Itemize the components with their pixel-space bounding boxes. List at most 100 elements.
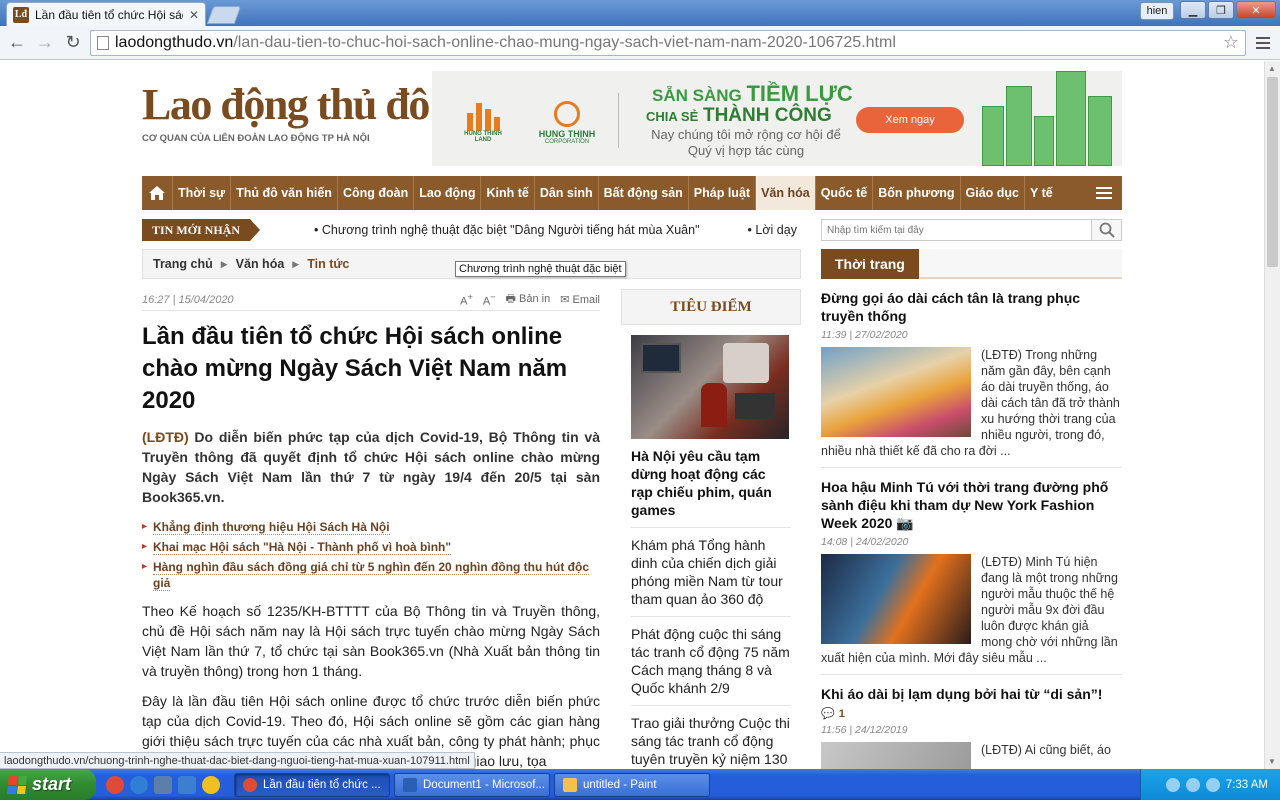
post-title[interactable]: Khi áo dài bị lạm dụng bởi hai từ “di sả… — [821, 685, 1122, 703]
city-illustration — [972, 71, 1122, 166]
system-tray: 7:33 AM — [1140, 769, 1280, 800]
scroll-up-icon[interactable]: ▲ — [1268, 64, 1276, 73]
show-desktop-icon[interactable] — [154, 775, 172, 794]
network-icon[interactable] — [1185, 777, 1200, 792]
chrome-icon — [243, 777, 257, 792]
focus-top-title[interactable]: Hà Nội yêu cầu tạm dừng hoạt động các rạ… — [631, 447, 791, 528]
breadcrumb-subcategory[interactable]: Tin tức — [307, 257, 349, 271]
task-chrome[interactable]: Lần đầu tiên tổ chức ... — [234, 772, 390, 797]
nav-item-quoc-te[interactable]: Quốc tế — [814, 176, 873, 210]
focus-item[interactable]: Khám phá Tổng hành dinh của chiến dịch g… — [631, 528, 791, 617]
article-sapo: (LĐTĐ) Do diễn biến phức tạp của dịch Co… — [142, 429, 600, 505]
nav-item-y-te[interactable]: Y tế — [1023, 176, 1058, 210]
volume-icon[interactable] — [1205, 777, 1220, 792]
related-link[interactable]: Khai mạc Hội sách "Hà Nội - Thành phố vì… — [142, 539, 600, 555]
nav-item-bat-dong-san[interactable]: Bất động sản — [597, 176, 688, 210]
logo-tagline: CƠ QUAN CỦA LIÊN ĐOÀN LAO ĐỘNG TP HÀ NỘI — [142, 133, 370, 144]
nav-item-phap-luat[interactable]: Pháp luật — [687, 176, 755, 210]
banner-brand2: HUNG THỊNH — [538, 129, 596, 139]
nav-item-thoi-su[interactable]: Thời sự — [172, 176, 230, 210]
email-button[interactable]: ✉ Email — [560, 293, 600, 306]
nav-item-cong-doan[interactable]: Công đoàn — [336, 176, 413, 210]
related-link[interactable]: Khẳng định thương hiệu Hội Sách Hà Nội — [142, 519, 600, 535]
messenger-icon[interactable] — [202, 775, 220, 794]
close-window-button[interactable]: ✕ — [1236, 1, 1276, 19]
restore-button[interactable]: ❐ — [1208, 1, 1234, 19]
clock[interactable]: 7:33 AM — [1226, 779, 1268, 791]
post-title[interactable]: Hoa hậu Minh Tú với thời trang đường phố… — [821, 478, 1122, 532]
site-logo[interactable]: Lao động thủ đô CƠ QUAN CỦA LIÊN ĐOÀN LA… — [142, 80, 430, 145]
nav-item-bon-phuong[interactable]: Bốn phương — [872, 176, 959, 210]
ticker-item[interactable]: • Lời dạy — [748, 223, 797, 237]
back-arrow-icon[interactable]: ← — [6, 32, 28, 54]
post-thumbnail[interactable] — [821, 742, 971, 769]
banner-cta-button[interactable]: Xem ngay — [856, 107, 964, 133]
forward-arrow-icon[interactable]: → — [34, 32, 56, 54]
browser-tab[interactable]: Lđ Lần đầu tiên tổ chức Hội sách ✕ — [6, 2, 206, 26]
article-paragraph: Theo Kế hoạch số 1235/KH-BTTTT của Bộ Th… — [142, 603, 600, 679]
sidebar-post: Khi áo dài bị lạm dụng bởi hai từ “di sả… — [821, 685, 1122, 769]
page-scrollbar[interactable]: ▲ ▼ — [1264, 61, 1280, 769]
hungthinh-corp-logo: HUNG THỊNH CORPORATION — [532, 101, 602, 145]
logo-text: Lao động thủ đô — [142, 80, 430, 129]
post-thumbnail[interactable] — [821, 554, 971, 644]
post-title[interactable]: Đừng gọi áo dài cách tân là trang phục t… — [821, 289, 1122, 325]
print-button[interactable]: 🖶 Bản in — [506, 290, 551, 309]
close-tab-icon[interactable]: ✕ — [189, 8, 199, 22]
browser-menu-icon[interactable] — [1252, 32, 1274, 54]
ad-banner[interactable]: HUNG THINH LAND HUNG THỊNH CORPORATION S… — [432, 71, 1122, 166]
nav-item-lao-dong[interactable]: Lao động — [413, 176, 480, 210]
tray-icon[interactable] — [1165, 777, 1180, 792]
address-bar[interactable]: laodongthudo.vn/lan-dau-tien-to-chuc-hoi… — [90, 29, 1246, 56]
page-viewport: Lao động thủ đô CƠ QUAN CỦA LIÊN ĐOÀN LA… — [0, 61, 1264, 769]
minimize-button[interactable]: ▁ — [1180, 1, 1206, 19]
nav-item-giao-duc[interactable]: Giáo dục — [959, 176, 1024, 210]
new-tab-button[interactable] — [206, 6, 242, 24]
font-decrease-button[interactable]: A− — [483, 292, 496, 308]
nav-item-dan-sinh[interactable]: Dân sinh — [533, 176, 598, 210]
breadcrumb-home[interactable]: Trang chủ — [153, 257, 213, 271]
chrome-icon[interactable] — [106, 775, 124, 794]
banner-brand2-sub: CORPORATION — [544, 139, 590, 145]
nav-item-van-hoa[interactable]: Văn hóa — [755, 176, 815, 210]
font-increase-button[interactable]: A+ — [460, 292, 473, 308]
post-time: 11:39 | 27/02/2020 — [821, 329, 908, 341]
article: 16:27 | 15/04/2020 A+ A− 🖶 Bản in ✉ Emai… — [142, 289, 600, 769]
ticker-item[interactable]: • Chương trình nghệ thuật đặc biệt "Dâng… — [314, 223, 700, 237]
related-link[interactable]: Hàng nghìn đầu sách đồng giá chỉ từ 5 ng… — [142, 559, 600, 591]
windows-taskbar: start Lần đầu tiên tổ chức ... Document1… — [0, 769, 1280, 800]
task-word[interactable]: Document1 - Microsof... — [394, 772, 550, 797]
browser-tabstrip: Lđ Lần đầu tiên tổ chức Hội sách ✕ hien … — [0, 0, 1280, 26]
comment-count[interactable]: 💬 1 — [821, 707, 845, 721]
browser-toolbar: ← → ↻ laodongthudo.vn/lan-dau-tien-to-ch… — [0, 26, 1280, 60]
article-meta: 16:27 | 15/04/2020 A+ A− 🖶 Bản in ✉ Emai… — [142, 289, 600, 311]
focus-item[interactable]: Phát động cuộc thi sáng tác tranh cổ độn… — [631, 617, 791, 706]
scroll-down-icon[interactable]: ▼ — [1268, 757, 1276, 766]
url-path: /lan-dau-tien-to-chuc-hoi-sach-online-ch… — [233, 33, 896, 51]
breadcrumb-category[interactable]: Văn hóa — [236, 257, 285, 271]
scrollbar-thumb[interactable] — [1267, 77, 1278, 267]
task-paint[interactable]: untitled - Paint — [554, 772, 710, 797]
media-player-icon[interactable] — [178, 775, 196, 794]
focus-thumbnail[interactable] — [631, 335, 789, 439]
paint-icon — [563, 777, 577, 792]
reload-icon[interactable]: ↻ — [62, 32, 84, 54]
profile-button[interactable]: hien — [1140, 2, 1174, 20]
nav-item-thu-do-van-hien[interactable]: Thủ đô văn hiến — [230, 176, 337, 210]
bookmark-star-icon[interactable]: ☆ — [1223, 32, 1239, 53]
window-controls: ▁ ❐ ✕ — [1180, 1, 1276, 19]
focus-heading: TIÊU ĐIỂM — [621, 289, 801, 325]
focus-item[interactable]: Trao giải thưởng Cuộc thi sáng tác tranh… — [631, 706, 791, 769]
search-icon[interactable] — [1091, 220, 1121, 240]
envelope-icon: ✉ — [560, 294, 570, 306]
nav-item-kinh-te[interactable]: Kinh tế — [480, 176, 533, 210]
status-bar: laodongthudo.vn/chuong-trinh-nghe-thuat-… — [0, 752, 475, 769]
menu-hamburger-icon[interactable] — [1086, 187, 1122, 199]
start-button[interactable]: start — [0, 769, 96, 800]
search-input[interactable] — [822, 220, 1091, 240]
internet-explorer-icon[interactable] — [130, 775, 148, 794]
home-icon[interactable] — [142, 176, 172, 210]
article-title: Lần đầu tiên tổ chức Hội sách online chà… — [142, 323, 568, 414]
post-thumbnail[interactable] — [821, 347, 971, 437]
link-tooltip: Chương trình nghệ thuật đặc biệt — [455, 261, 626, 277]
